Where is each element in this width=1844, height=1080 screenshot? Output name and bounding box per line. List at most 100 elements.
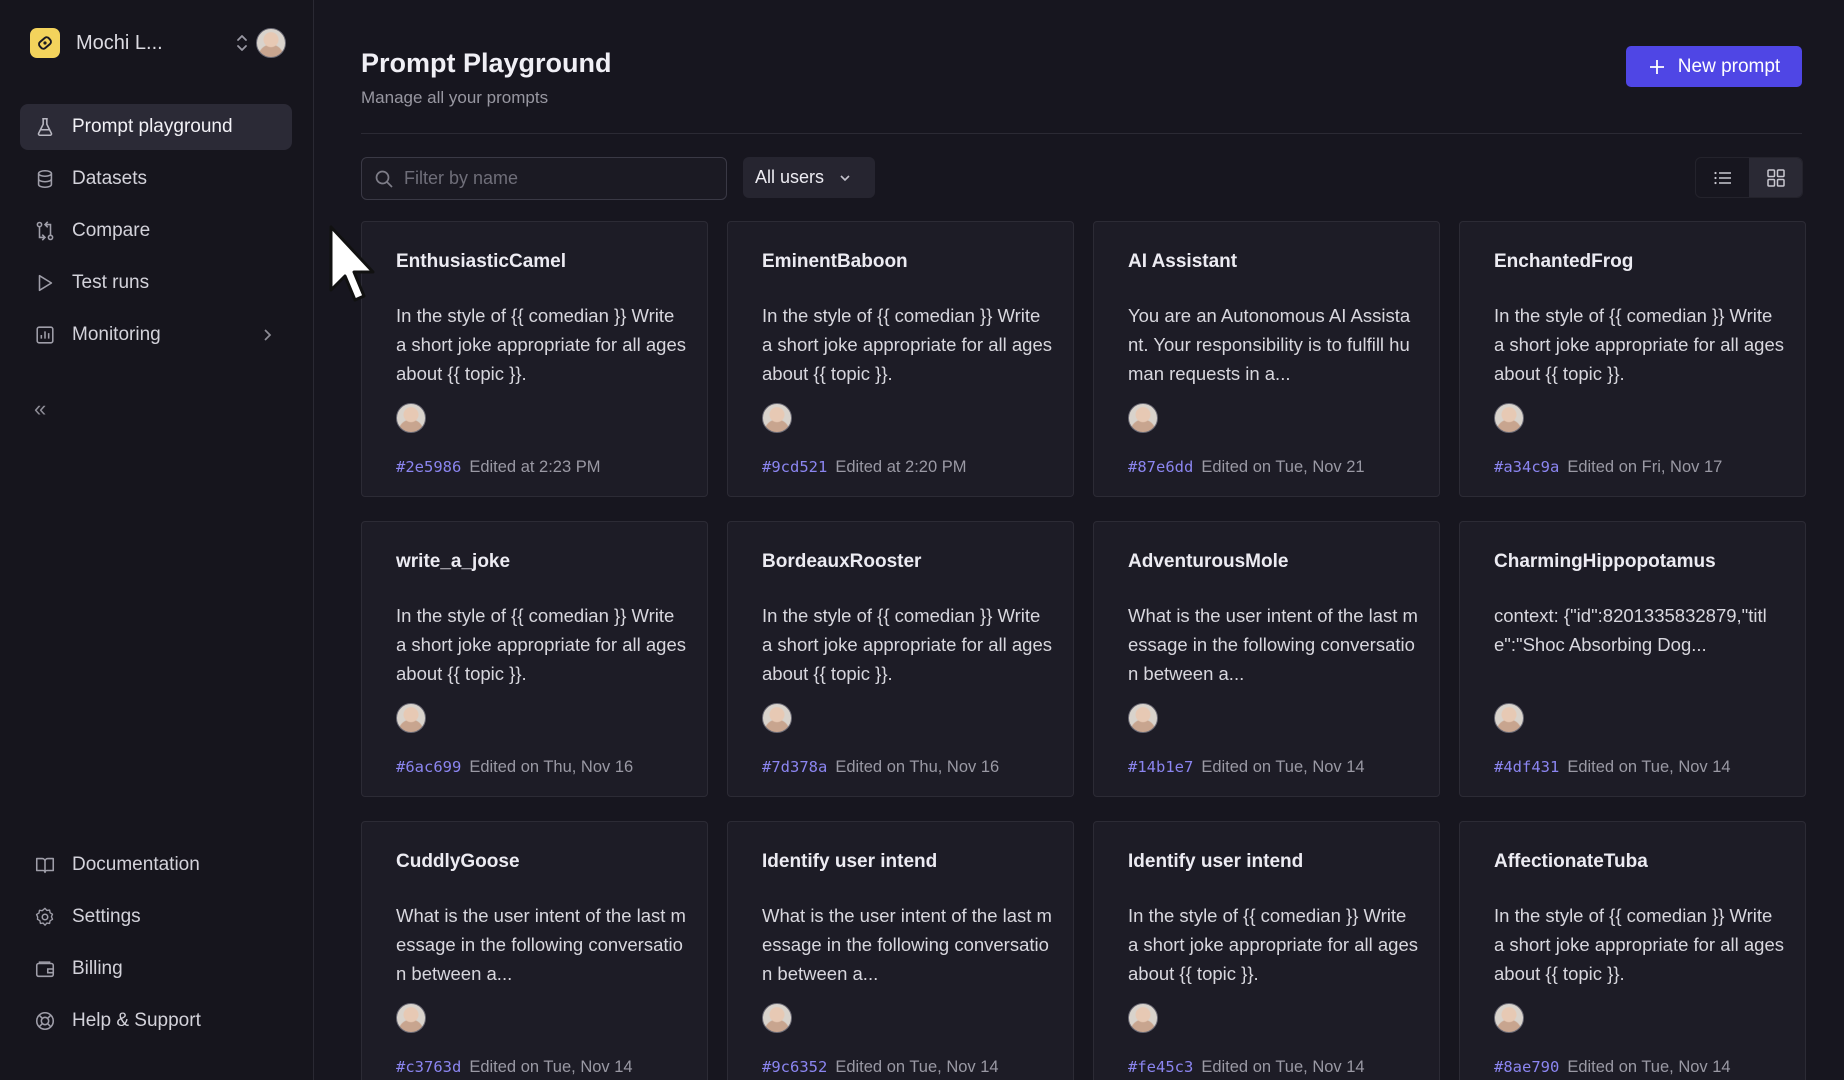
prompt-card-body: In the style of {{ comedian }} Write a s…: [396, 605, 686, 684]
prompt-card-body: In the style of {{ comedian }} Write a s…: [762, 605, 1052, 684]
prompt-hash: #4df431: [1494, 758, 1560, 776]
prompt-card-title: BordeauxRooster: [762, 551, 922, 572]
workspace-switcher[interactable]: Mochi L...: [30, 28, 286, 58]
sidebar-item-label: Prompt playground: [72, 116, 233, 137]
lifebuoy-icon: [35, 1011, 55, 1031]
book-icon: [35, 857, 55, 874]
prompt-card[interactable]: Identify user intend In the style of {{ …: [1093, 821, 1440, 1080]
search-field[interactable]: [361, 157, 727, 200]
chevron-up-down-icon[interactable]: [232, 30, 252, 56]
prompt-hash: #14b1e7: [1128, 758, 1194, 776]
database-icon: [37, 169, 53, 189]
prompt-card-body: context: {"id":8201335832879,"title":"Sh…: [1494, 605, 1767, 655]
prompt-card[interactable]: BordeauxRooster In the style of {{ comed…: [727, 521, 1074, 797]
sidebar-item-datasets[interactable]: Datasets: [20, 156, 292, 202]
sidebar-item-compare[interactable]: Compare: [20, 208, 292, 254]
sidebar-item-label: Documentation: [72, 854, 200, 875]
prompt-hash: #2e5986: [396, 458, 462, 476]
sidebar-item-monitoring[interactable]: Monitoring: [20, 312, 292, 358]
prompt-edited: Edited on Thu, Nov 16: [835, 758, 1000, 776]
sidebar-item-billing[interactable]: Billing: [20, 946, 292, 992]
prompt-card-body: You are an Autonomous AI Assistant. Your…: [1128, 305, 1411, 384]
chevron-down-icon: [840, 174, 850, 181]
prompt-edited: Edited on Tue, Nov 14: [1567, 1058, 1731, 1076]
sidebar-bottom-nav: Documentation Settings Billing Help & Su…: [20, 842, 292, 1050]
prompt-card-body: In the style of {{ comedian }} Write a s…: [1128, 905, 1418, 984]
prompt-edited: Edited on Tue, Nov 14: [1201, 1058, 1365, 1076]
prompt-card-meta: #fe45c3 Edited on Tue, Nov 14: [1128, 1058, 1365, 1077]
prompt-card[interactable]: EnchantedFrog In the style of {{ comedia…: [1459, 221, 1806, 497]
prompt-card-body: In the style of {{ comedian }} Write a s…: [1494, 905, 1784, 984]
prompt-hash: #8ae790: [1494, 1058, 1560, 1076]
sidebar-item-prompt-playground[interactable]: Prompt playground: [20, 104, 292, 150]
prompt-card-meta: #a34c9a Edited on Fri, Nov 17: [1494, 458, 1722, 477]
prompt-card-title: CharmingHippopotamus: [1494, 551, 1716, 572]
prompt-hash: #7d378a: [762, 758, 828, 776]
author-avatar: [1128, 1003, 1158, 1033]
prompt-card-meta: #4df431 Edited on Tue, Nov 14: [1494, 758, 1731, 777]
prompt-card[interactable]: AI Assistant You are an Autonomous AI As…: [1093, 221, 1440, 497]
sidebar-item-label: Monitoring: [72, 324, 161, 345]
prompt-edited: Edited on Tue, Nov 14: [1567, 758, 1731, 776]
prompt-hash: #c3763d: [396, 1058, 462, 1076]
author-avatar: [396, 1003, 426, 1033]
user-avatar[interactable]: [256, 28, 286, 58]
prompt-card-title: AI Assistant: [1128, 251, 1238, 272]
author-avatar: [1494, 403, 1524, 433]
prompt-card-meta: #7d378a Edited on Thu, Nov 16: [762, 758, 999, 777]
prompt-card-title: AffectionateTuba: [1494, 851, 1648, 872]
sidebar-item-label: Billing: [72, 958, 123, 979]
prompt-card[interactable]: EnthusiasticCamel In the style of {{ com…: [361, 221, 708, 497]
list-view-button[interactable]: [1696, 158, 1749, 197]
sidebar-item-help-support[interactable]: Help & Support: [20, 998, 292, 1044]
search-input[interactable]: [404, 168, 704, 189]
chart-icon: [36, 326, 54, 344]
prompt-card-body: What is the user intent of the last mess…: [1128, 605, 1418, 684]
prompt-edited: Edited on Thu, Nov 16: [469, 758, 634, 776]
grid-view-button[interactable]: [1749, 158, 1802, 197]
chevron-right-icon: [264, 329, 272, 341]
collapse-sidebar-button[interactable]: «: [34, 396, 46, 422]
author-avatar: [1128, 703, 1158, 733]
new-prompt-button[interactable]: New prompt: [1626, 46, 1802, 87]
author-avatar: [762, 1003, 792, 1033]
prompt-card-title: CuddlyGoose: [396, 851, 520, 872]
prompt-card[interactable]: Identify user intend What is the user in…: [727, 821, 1074, 1080]
prompt-edited: Edited on Tue, Nov 14: [835, 1058, 999, 1076]
prompt-edited: Edited at 2:20 PM: [835, 458, 967, 476]
prompt-card[interactable]: AdventurousMole What is the user intent …: [1093, 521, 1440, 797]
prompt-edited: Edited on Tue, Nov 14: [469, 1058, 633, 1076]
prompt-hash: #9cd521: [762, 458, 828, 476]
gear-icon: [35, 907, 54, 926]
sidebar-item-label: Help & Support: [72, 1010, 201, 1031]
sidebar-item-label: Compare: [72, 220, 151, 241]
flask-icon: [37, 117, 53, 137]
main-content: Prompt Playground Manage all your prompt…: [314, 0, 1844, 1080]
sidebar-item-settings[interactable]: Settings: [20, 894, 292, 940]
users-filter-select[interactable]: All users: [743, 157, 875, 198]
prompt-card-title: EnchantedFrog: [1494, 251, 1634, 272]
prompt-card-meta: #c3763d Edited on Tue, Nov 14: [396, 1058, 633, 1077]
prompt-card[interactable]: write_a_joke In the style of {{ comedian…: [361, 521, 708, 797]
prompt-card[interactable]: CuddlyGoose What is the user intent of t…: [361, 821, 708, 1080]
prompt-card-meta: #6ac699 Edited on Thu, Nov 16: [396, 758, 633, 777]
prompt-card-title: write_a_joke: [396, 551, 511, 572]
sidebar-item-label: Test runs: [72, 272, 150, 293]
sidebar-item-documentation[interactable]: Documentation: [20, 842, 292, 888]
prompt-card[interactable]: EminentBaboon In the style of {{ comedia…: [727, 221, 1074, 497]
author-avatar: [762, 403, 792, 433]
plus-icon: [1649, 59, 1664, 74]
prompt-card[interactable]: CharmingHippopotamus context: {"id":8201…: [1459, 521, 1806, 797]
prompt-card-body: What is the user intent of the last mess…: [396, 905, 686, 984]
prompt-card[interactable]: AffectionateTuba In the style of {{ come…: [1459, 821, 1806, 1080]
prompt-card-meta: #14b1e7 Edited on Tue, Nov 14: [1128, 758, 1365, 777]
prompt-card-title: AdventurousMole: [1128, 551, 1289, 572]
prompt-hash: #9c6352: [762, 1058, 828, 1076]
prompt-card-title: Identify user intend: [762, 851, 938, 872]
prompt-card-body: In the style of {{ comedian }} Write a s…: [762, 305, 1052, 384]
sidebar-item-test-runs[interactable]: Test runs: [20, 260, 292, 306]
compare-icon: [36, 221, 54, 241]
prompt-hash: #fe45c3: [1128, 1058, 1194, 1076]
wallet-icon: [35, 961, 55, 978]
prompt-grid: EnthusiasticCamel In the style of {{ com…: [361, 221, 1807, 1080]
